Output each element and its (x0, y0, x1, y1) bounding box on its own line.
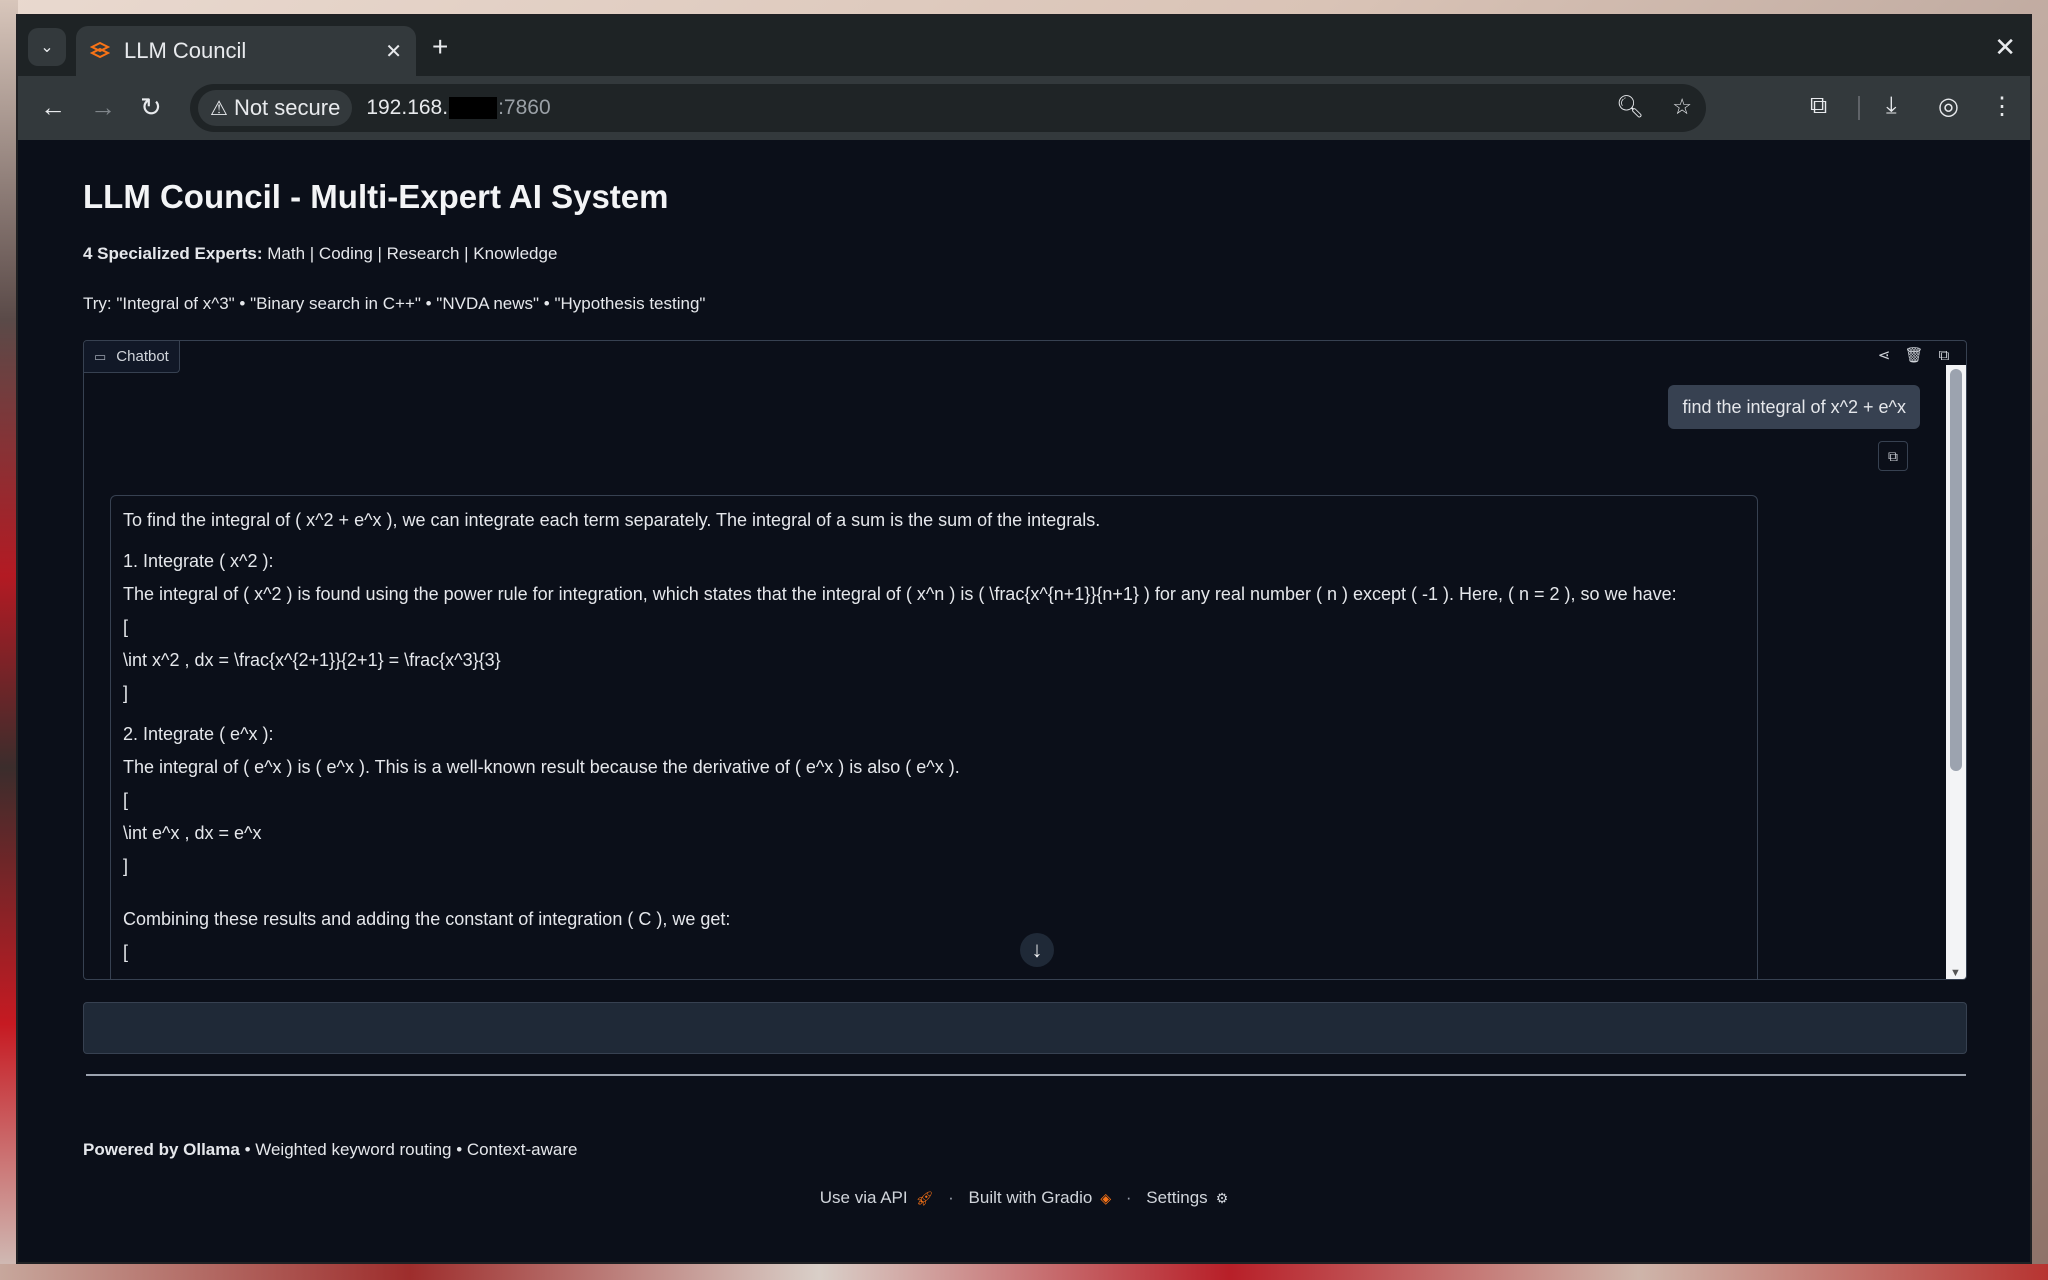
new-tab-button[interactable]: + (432, 33, 448, 61)
page-content: LLM Council - Multi-Expert AI System 4 S… (18, 140, 2030, 1262)
bot-line: ] (123, 683, 129, 703)
bot-line: [ (123, 790, 129, 810)
footer-separator: · (948, 1188, 954, 1207)
tab-strip: ⌄ LLM Council ✕ + ✕ (18, 16, 2030, 76)
experts-list: Math | Coding | Research | Knowledge (267, 244, 558, 263)
footer-note-rest: • Weighted keyword routing • Context-awa… (239, 1140, 578, 1159)
zoom-icon[interactable]: 🔍︎ (1616, 94, 1644, 120)
user-message: find the integral of x^2 + e^x (1668, 385, 1920, 429)
bookmark-star-icon[interactable]: ☆ (1672, 94, 1692, 120)
experts-label: 4 Specialized Experts: (83, 244, 263, 263)
experts-line: 4 Specialized Experts: Math | Coding | R… (83, 244, 557, 264)
forward-arrow-icon[interactable]: → (90, 92, 116, 122)
divider (86, 1074, 1966, 1076)
trash-icon[interactable]: 🗑︎ (1904, 345, 1924, 365)
message-input[interactable] (83, 1002, 1967, 1054)
redacted-block (449, 97, 498, 120)
bot-line: 1. Integrate ( x^2 ): (123, 551, 274, 571)
rocket-icon: 🚀︎ (915, 1190, 934, 1206)
scrollbar-thumb[interactable] (1950, 369, 1962, 771)
url-suffix: :7860 (498, 96, 551, 119)
bot-line: To find the integral of ( x^2 + e^x ), w… (123, 510, 1101, 530)
tab-title: LLM Council (124, 38, 247, 63)
gradio-logo-icon (90, 41, 110, 59)
use-via-api-link[interactable]: Use via API (820, 1188, 908, 1207)
url-text: 192.168. :7860 (366, 96, 551, 120)
page-title: LLM Council - Multi-Expert AI System (83, 178, 669, 215)
footer-note: Powered by Ollama • Weighted keyword rou… (83, 1140, 577, 1160)
download-icon[interactable]: ⤓ (1886, 92, 1897, 120)
browser-tab[interactable]: LLM Council ✕ (76, 26, 416, 76)
chatbot-label: ▭ Chatbot (84, 341, 180, 373)
scroll-down-arrow-icon[interactable]: ▼ (1950, 967, 1961, 979)
security-indicator[interactable]: ⚠ Not secure (198, 90, 353, 126)
bot-line: Combining these results and adding the c… (123, 909, 731, 929)
bot-line: \int x^2 , dx = \frac{x^{2+1}}{2+1} = \f… (123, 650, 501, 670)
arrow-down-icon: ↓ (1031, 937, 1043, 962)
more-menu-icon[interactable]: ⋮ (1990, 92, 2014, 121)
try-examples: Try: "Integral of x^3" • "Binary search … (83, 294, 706, 313)
tab-search-button[interactable]: ⌄ (28, 28, 66, 66)
toolbar-separator (1858, 96, 1860, 120)
extensions-icon[interactable]: ⧉ (1810, 92, 1827, 120)
back-arrow-icon[interactable]: ← (40, 92, 66, 122)
bot-line: The integral of ( x^2 ) is found using t… (123, 584, 1677, 604)
copy-all-icon[interactable]: ⧉ (1934, 345, 1954, 365)
footer-separator: · (1125, 1188, 1132, 1207)
address-bar[interactable]: ⚠ Not secure 192.168. :7860 🔍︎ ☆ (190, 84, 1706, 132)
chat-scrollbar[interactable]: ▼ (1946, 365, 1966, 979)
bot-message: To find the integral of ( x^2 + e^x ), w… (110, 495, 1758, 979)
gradio-logo-icon: ◈ (1100, 1190, 1112, 1206)
chatbot-panel: ▭ Chatbot ⋖ 🗑︎ ⧉ find the integral of x^… (83, 340, 1967, 980)
built-with-gradio-link[interactable]: Built with Gradio (969, 1188, 1093, 1207)
bot-line: 2. Integrate ( e^x ): (123, 724, 274, 744)
browser-window: ⌄ LLM Council ✕ + ✕ ← → ↻ ⚠ Not secure 1… (16, 14, 2032, 1264)
url-prefix: 192.168. (366, 96, 449, 119)
security-label: Not secure (233, 95, 341, 120)
profile-icon[interactable]: ◎ (1938, 92, 1959, 121)
close-tab-icon[interactable]: ✕ (385, 39, 402, 64)
scroll-to-bottom-button[interactable]: ↓ (1020, 933, 1054, 967)
bot-line: [ (123, 942, 129, 962)
desktop-wallpaper-bottom (0, 1264, 2048, 1280)
chevron-down-icon: ⌄ (40, 39, 54, 56)
reload-icon[interactable]: ↻ (140, 92, 162, 122)
settings-link[interactable]: Settings (1146, 1188, 1207, 1207)
bot-line: ] (123, 856, 129, 876)
warning-icon: ⚠ (210, 97, 228, 120)
bot-line: The integral of ( e^x ) is ( e^x ). This… (123, 757, 960, 777)
powered-by: Powered by Ollama (83, 1140, 240, 1159)
bot-line: [ (123, 617, 129, 637)
gradio-footer: Use via API 🚀︎ · Built with Gradio ◈ · Set… (18, 1188, 2030, 1208)
chatbot-label-text: Chatbot (116, 348, 169, 365)
chat-bubble-icon: ▭ (94, 348, 107, 364)
chatbot-tools: ⋖ 🗑︎ ⧉ (1874, 345, 1954, 365)
browser-toolbar: ← → ↻ ⚠ Not secure 192.168.:7860 🔍︎ ☆ ⧉ … (18, 76, 2030, 140)
gear-icon: ⚙ (1215, 1190, 1229, 1206)
bot-line: \int e^x , dx = e^x (123, 823, 262, 843)
share-icon[interactable]: ⋖ (1874, 345, 1894, 365)
copy-message-icon[interactable]: ⧉ (1878, 441, 1908, 471)
window-close-icon[interactable]: ✕ (1994, 32, 2016, 63)
